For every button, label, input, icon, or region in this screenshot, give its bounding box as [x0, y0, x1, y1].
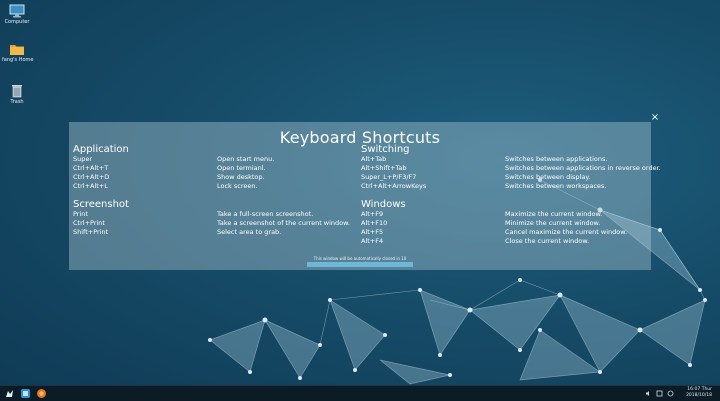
desktop-icon-label: Computer	[4, 19, 30, 25]
notification-icon[interactable]	[667, 390, 674, 397]
launcher-icon[interactable]	[4, 388, 15, 399]
shortcut-key: Alt+F5	[361, 228, 384, 236]
shortcut-key: Alt+F9	[361, 210, 384, 218]
shortcut-key: Alt+Shift+Tab	[361, 164, 407, 172]
shortcut-desc: Switches between workspaces.	[505, 182, 607, 190]
computer-icon	[9, 4, 25, 18]
section-title-switching: Switching	[361, 144, 410, 155]
shortcut-key: Super_L+P/F3/F7	[361, 173, 417, 181]
shortcut-key: Ctrl+Alt+D	[73, 173, 110, 181]
browser-icon[interactable]	[36, 388, 47, 399]
clock[interactable]: 16:07 Thur 2018/10/18	[686, 387, 712, 399]
shortcut-desc: Minimize the current window.	[505, 219, 601, 227]
shortcut-key: Ctrl+Alt+L	[73, 182, 108, 190]
countdown-progress-fill	[307, 262, 413, 267]
shortcut-key: Ctrl+Print	[73, 219, 105, 227]
countdown-progress-bar	[307, 262, 413, 267]
shortcut-key: Print	[73, 210, 88, 218]
shortcut-desc: Take a full-screen screenshot.	[217, 210, 314, 218]
shortcut-desc: Close the current window.	[505, 237, 590, 245]
shortcut-desc: Open termianl.	[217, 164, 266, 172]
volume-icon[interactable]	[645, 390, 652, 397]
file-manager-icon[interactable]	[20, 388, 31, 399]
shortcuts-overlay: Keyboard Shortcuts Application Super Ope…	[69, 122, 661, 270]
desktop-icon-computer[interactable]: Computer	[2, 4, 32, 25]
desktop-icon-trash[interactable]: Trash	[2, 82, 32, 105]
shortcut-key: Super	[73, 155, 93, 163]
shortcut-desc: Switches between display.	[505, 173, 591, 181]
shortcut-key: Alt+Tab	[361, 155, 387, 163]
shortcut-desc: Cancel maximize the current window.	[505, 228, 628, 236]
folder-icon	[10, 45, 24, 55]
shortcut-desc: Show desktop.	[217, 173, 265, 181]
shortcut-desc: Select area to grab.	[217, 228, 282, 236]
trash-icon	[12, 85, 22, 98]
section-title-screenshot: Screenshot	[73, 199, 129, 210]
network-icon[interactable]	[656, 390, 663, 397]
shortcut-key: Ctrl+Alt+T	[73, 164, 109, 172]
section-title-windows: Windows	[361, 199, 406, 210]
shortcut-desc: Open start menu.	[217, 155, 275, 163]
shortcut-desc: Lock screen.	[217, 182, 258, 190]
shortcut-key: Shift+Print	[73, 228, 109, 236]
desktop-icon-label: fang's Home	[2, 57, 34, 63]
taskbar: 16:07 Thur 2018/10/18	[0, 385, 720, 401]
shortcut-desc: Maximize the current window.	[505, 210, 603, 218]
shortcut-desc: Switches between applications in reverse…	[505, 164, 661, 172]
close-icon[interactable]: ×	[650, 113, 660, 123]
desktop-icon-home[interactable]: fang's Home	[2, 42, 34, 63]
desktop-icon-label: Trash	[10, 99, 24, 105]
shortcut-desc: Take a screenshot of the current window.	[217, 219, 350, 227]
clock-date: 2018/10/18	[686, 393, 712, 398]
shortcut-key: Ctrl+Alt+ArrowKeys	[361, 182, 427, 190]
shortcut-key: Alt+F10	[361, 219, 388, 227]
shortcut-desc: Switches between applications.	[505, 155, 608, 163]
overlay-title: Keyboard Shortcuts	[279, 128, 441, 147]
shortcut-key: Alt+F4	[361, 237, 384, 245]
section-title-application: Application	[73, 144, 129, 155]
